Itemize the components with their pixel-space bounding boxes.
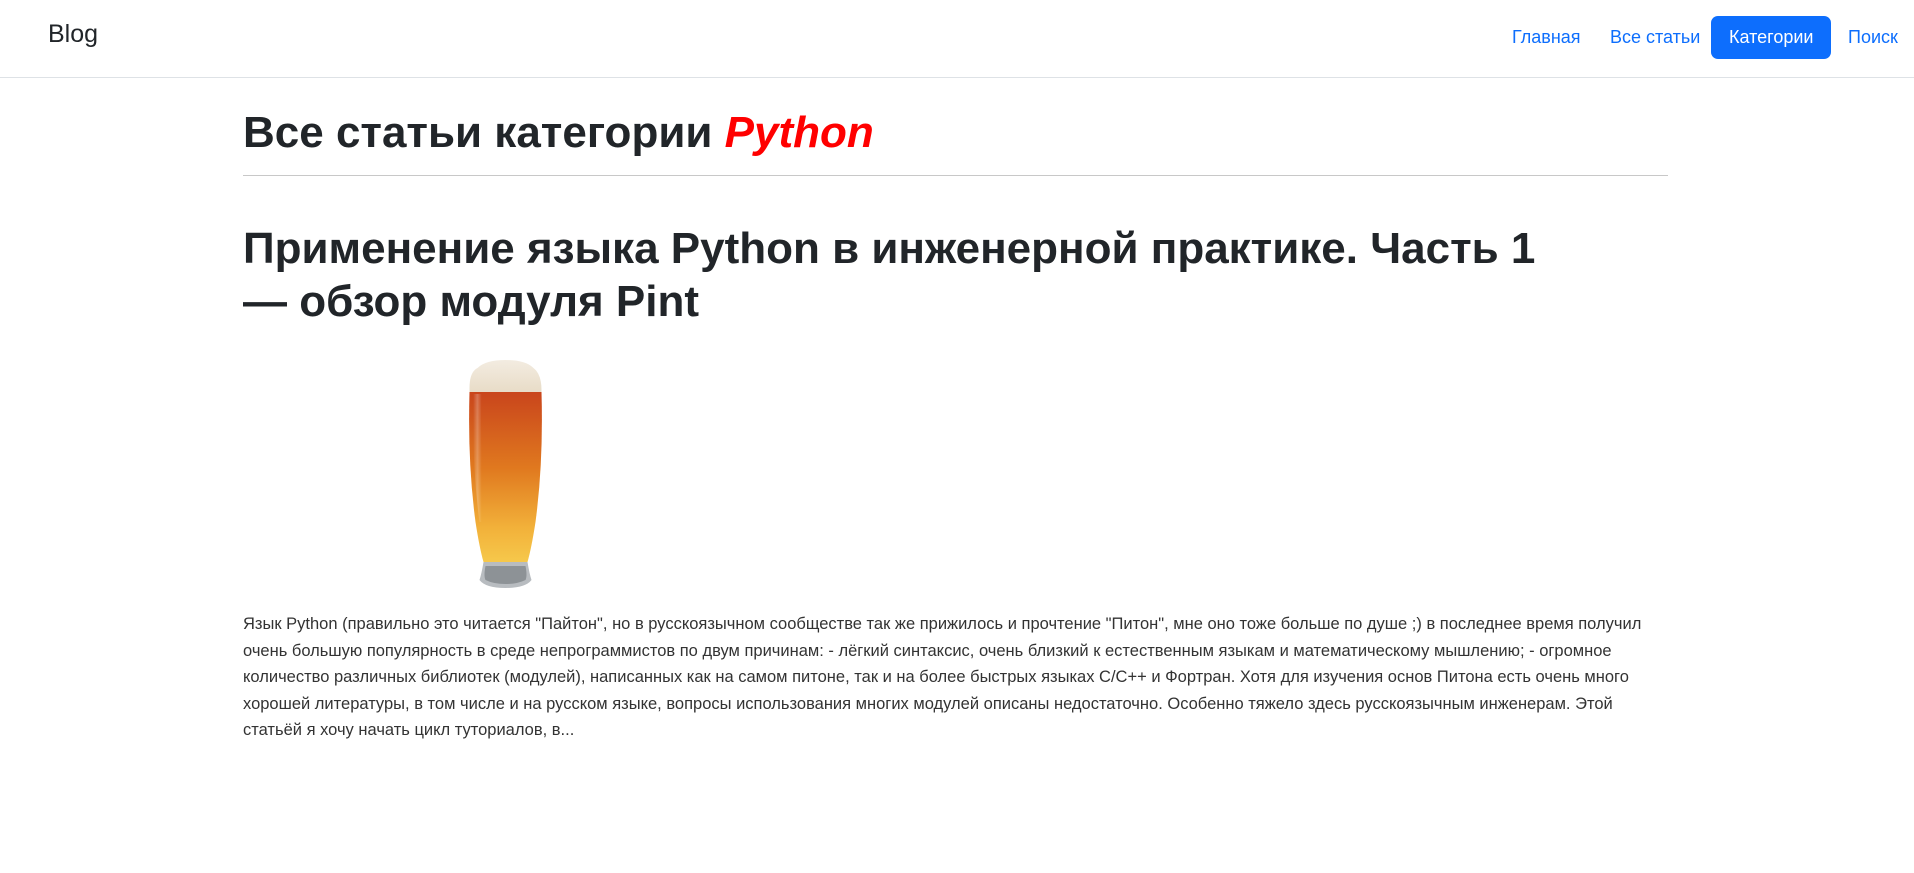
article-title[interactable]: Применение языка Python в инженерной пра… [243,222,1573,328]
nav-link-home[interactable]: Главная [1494,16,1599,59]
divider [243,175,1668,176]
nav-link-categories[interactable]: Категории [1711,16,1832,59]
article-excerpt: Язык Python (правильно это читается "Пай… [243,615,1642,739]
beer-glass-image [469,360,542,588]
navbar: Blog Главная Все статьи Категории Поиск [0,0,1914,78]
brand-link[interactable]: Blog [48,20,98,49]
nav-link-search[interactable]: Поиск [1830,16,1914,59]
nav-link-all-articles[interactable]: Все статьи [1592,16,1718,59]
page-title: Все статьи категории Python [243,108,874,158]
page-title-prefix: Все статьи категории [243,108,725,157]
category-name: Python [724,108,874,157]
